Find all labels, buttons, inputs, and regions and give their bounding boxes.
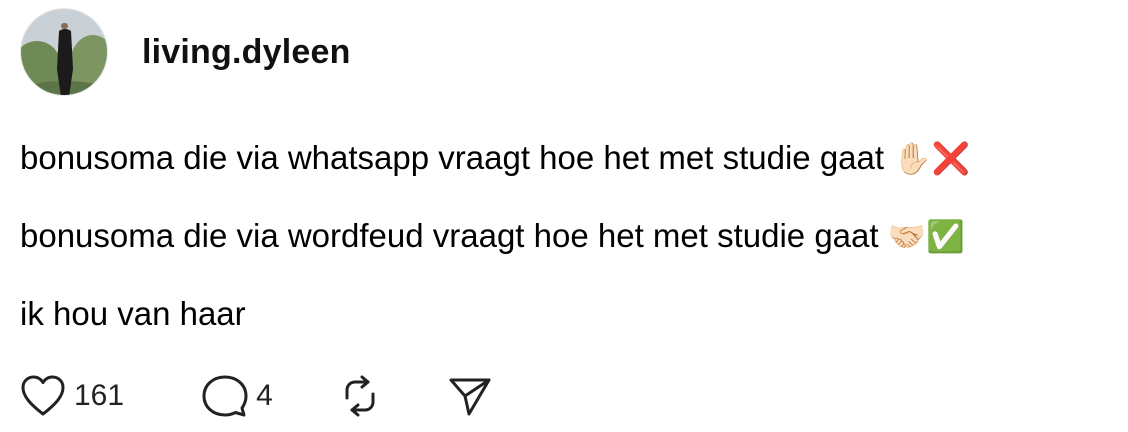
emoji-hand-cross: ✋🏻❌ bbox=[893, 141, 971, 177]
action-bar: 161 4 bbox=[20, 374, 493, 418]
post-line: bonusoma die via whatsapp vraagt hoe het… bbox=[20, 138, 970, 178]
post-header: living.dyleen bbox=[20, 8, 351, 96]
send-icon bbox=[449, 378, 491, 416]
speech-bubble-icon bbox=[202, 375, 248, 417]
post-line-text: ik hou van haar bbox=[20, 295, 246, 332]
post-body: bonusoma die via whatsapp vraagt hoe het… bbox=[20, 138, 970, 334]
post-line-text: bonusoma die via wordfeud vraagt hoe het… bbox=[20, 217, 879, 254]
post-line: ik hou van haar bbox=[20, 294, 970, 334]
reply-count: 4 bbox=[256, 379, 273, 412]
share-button[interactable] bbox=[447, 374, 493, 418]
repost-icon bbox=[345, 375, 375, 417]
post-line: bonusoma die via wordfeud vraagt hoe het… bbox=[20, 216, 970, 256]
heart-icon bbox=[21, 375, 65, 416]
repost-button[interactable] bbox=[337, 374, 383, 418]
avatar[interactable] bbox=[20, 8, 108, 96]
post-line-text: bonusoma die via whatsapp vraagt hoe het… bbox=[20, 139, 885, 176]
like-count: 161 bbox=[74, 379, 125, 412]
emoji-handshake-check: 🤝🏻✅ bbox=[887, 219, 965, 255]
username[interactable]: living.dyleen bbox=[142, 33, 351, 72]
avatar-image bbox=[21, 9, 107, 95]
reply-button[interactable]: 4 bbox=[202, 374, 273, 418]
like-button[interactable]: 161 bbox=[20, 374, 124, 418]
